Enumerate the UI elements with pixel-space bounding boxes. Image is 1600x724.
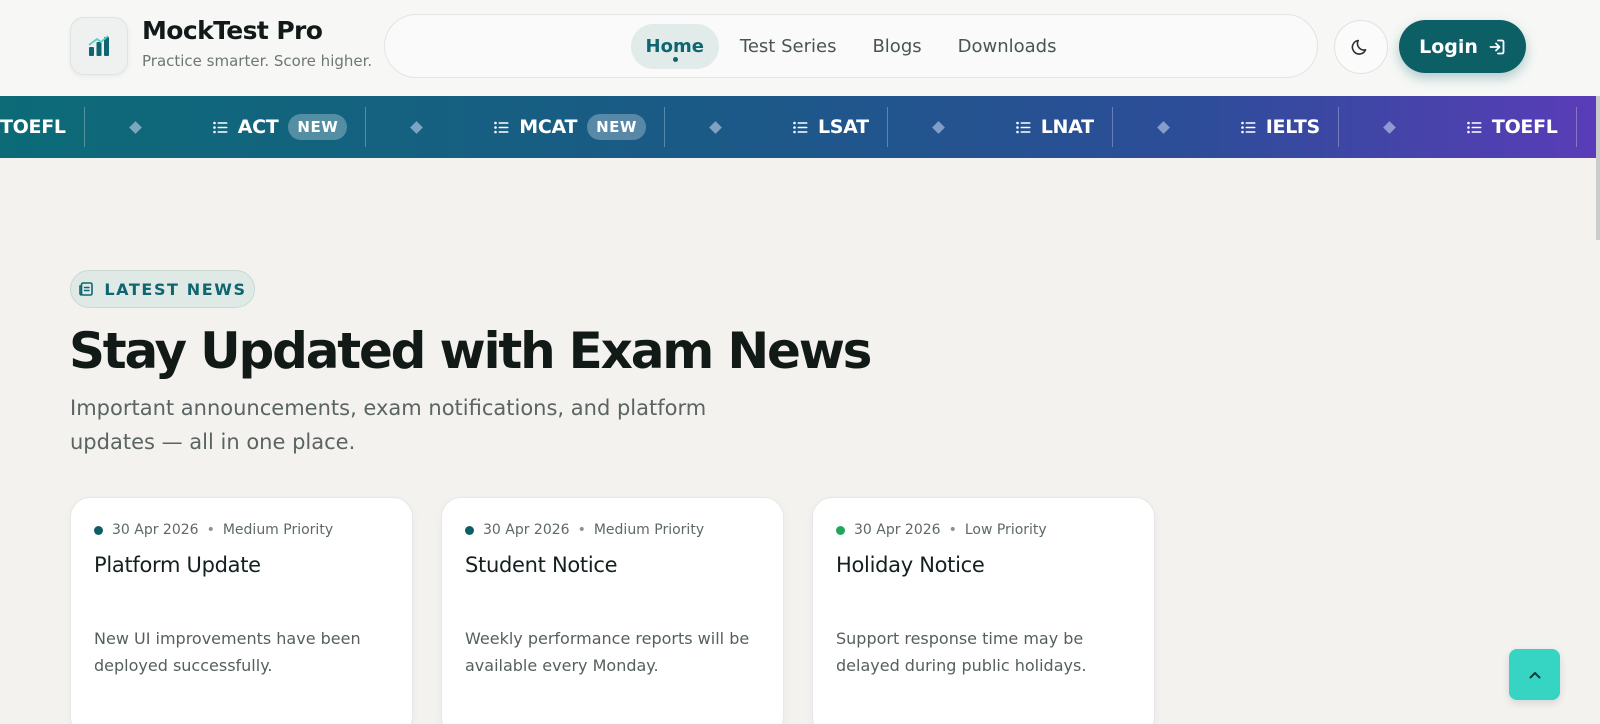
nav-item-test-series[interactable]: Test Series	[725, 24, 852, 69]
ticker-item-label: MCAT	[519, 116, 578, 138]
nav-item-home[interactable]: Home	[630, 23, 719, 69]
ticker-separator-diamond	[709, 120, 722, 134]
list-icon	[1240, 121, 1256, 133]
ticker-track: TOEFL ACT NEW MCAT NEW LSAT LNAT IELTS T…	[0, 96, 1596, 158]
bar-chart-icon	[88, 35, 109, 56]
priority-dot	[94, 525, 103, 535]
ticker-item-mcat[interactable]: MCAT NEW	[476, 107, 665, 147]
news-card[interactable]: 30 Apr 2026 • Medium Priority Student No…	[441, 497, 784, 724]
site-header: MockTest Pro Practice smarter. Score hig…	[0, 0, 1600, 96]
ticker-item-act[interactable]: ACT NEW	[195, 107, 367, 147]
nav-item-label: Home	[645, 35, 704, 57]
page-scrollbar[interactable]	[1596, 96, 1600, 240]
nav-item-downloads[interactable]: Downloads	[943, 24, 1072, 69]
ticker-item-label: IELTS	[1265, 116, 1320, 138]
ticker-separator-diamond	[1156, 120, 1170, 134]
ticker-item-label: TOEFL	[0, 116, 66, 138]
card-date: 30 Apr 2026	[112, 522, 199, 538]
nav-item-label: Blogs	[872, 35, 922, 57]
card-priority: Low Priority	[964, 522, 1047, 538]
list-icon	[1467, 121, 1482, 133]
ticker-separator-diamond	[1383, 120, 1396, 134]
ticker-item-toefl[interactable]: TOEFL	[1449, 107, 1577, 147]
ticker-item-toefl[interactable]: TOEFL	[0, 107, 85, 147]
section-description: Important announcements, exam notificati…	[70, 396, 707, 454]
priority-dot	[465, 525, 474, 535]
card-body: Support response time may be delayed dur…	[836, 629, 1087, 675]
meta-separator: •	[577, 522, 586, 538]
news-card[interactable]: 30 Apr 2026 • Low Priority Holiday Notic…	[812, 497, 1155, 724]
card-priority: Medium Priority	[222, 522, 334, 538]
active-indicator-dot	[672, 56, 678, 62]
list-icon	[1015, 121, 1031, 133]
main-nav: Home Test Series Blogs Downloads	[384, 14, 1318, 78]
ticker-separator-diamond	[931, 120, 945, 134]
card-date: 30 Apr 2026	[854, 522, 941, 538]
card-title: Student Notice	[465, 553, 618, 577]
ticker-item-label: LNAT	[1040, 116, 1094, 138]
brand-logo[interactable]	[70, 17, 128, 75]
list-icon	[212, 121, 228, 133]
card-body: Weekly performance reports will be avail…	[465, 629, 750, 675]
ticker-item-label: LSAT	[817, 116, 869, 138]
new-badge: NEW	[587, 114, 646, 140]
card-meta: 30 Apr 2026 • Low Priority	[836, 522, 1047, 538]
card-title: Platform Update	[94, 553, 261, 577]
ticker-separator-diamond	[410, 120, 424, 134]
section-badge-label: LATEST NEWS	[104, 279, 247, 299]
scroll-to-top-button[interactable]	[1509, 649, 1560, 700]
ticker-item-ielts[interactable]: IELTS	[1223, 107, 1339, 147]
nav-item-blogs[interactable]: Blogs	[857, 24, 936, 69]
card-meta: 30 Apr 2026 • Medium Priority	[94, 522, 333, 538]
login-button[interactable]: Login	[1399, 20, 1526, 73]
list-icon	[793, 121, 808, 133]
card-meta: 30 Apr 2026 • Medium Priority	[465, 522, 704, 538]
news-card[interactable]: 30 Apr 2026 • Medium Priority Platform U…	[70, 497, 413, 724]
ticker-item-label: ACT	[237, 116, 279, 138]
theme-toggle-button[interactable]	[1334, 20, 1388, 74]
card-priority: Medium Priority	[593, 522, 705, 538]
login-label: Login	[1419, 35, 1478, 58]
brand-name[interactable]: MockTest Pro	[142, 16, 323, 45]
meta-separator: •	[948, 522, 957, 538]
ticker-item-label: TOEFL	[1491, 116, 1558, 138]
chevron-up-icon	[1529, 671, 1540, 678]
card-body: New UI improvements have been deployed s…	[94, 629, 361, 675]
ticker-separator-diamond	[128, 120, 142, 134]
exam-ticker: TOEFL ACT NEW MCAT NEW LSAT LNAT IELTS T…	[0, 96, 1596, 158]
nav-item-label: Downloads	[957, 35, 1057, 57]
nav-item-label: Test Series	[739, 35, 837, 57]
ticker-item-lnat[interactable]: LNAT	[998, 107, 1113, 147]
login-arrow-icon	[1489, 39, 1505, 54]
list-icon	[494, 121, 509, 133]
ticker-item-lsat[interactable]: LSAT	[775, 107, 888, 147]
card-date: 30 Apr 2026	[483, 522, 570, 538]
new-badge: NEW	[288, 114, 348, 140]
meta-separator: •	[206, 522, 215, 538]
section-title: Stay Updated with Exam News	[69, 322, 872, 380]
card-title: Holiday Notice	[836, 553, 985, 577]
priority-dot	[836, 525, 845, 535]
section-badge: LATEST NEWS	[70, 270, 255, 308]
moon-icon	[1351, 39, 1367, 55]
brand-tagline: Practice smarter. Score higher.	[142, 52, 373, 70]
newspaper-icon	[79, 282, 94, 296]
